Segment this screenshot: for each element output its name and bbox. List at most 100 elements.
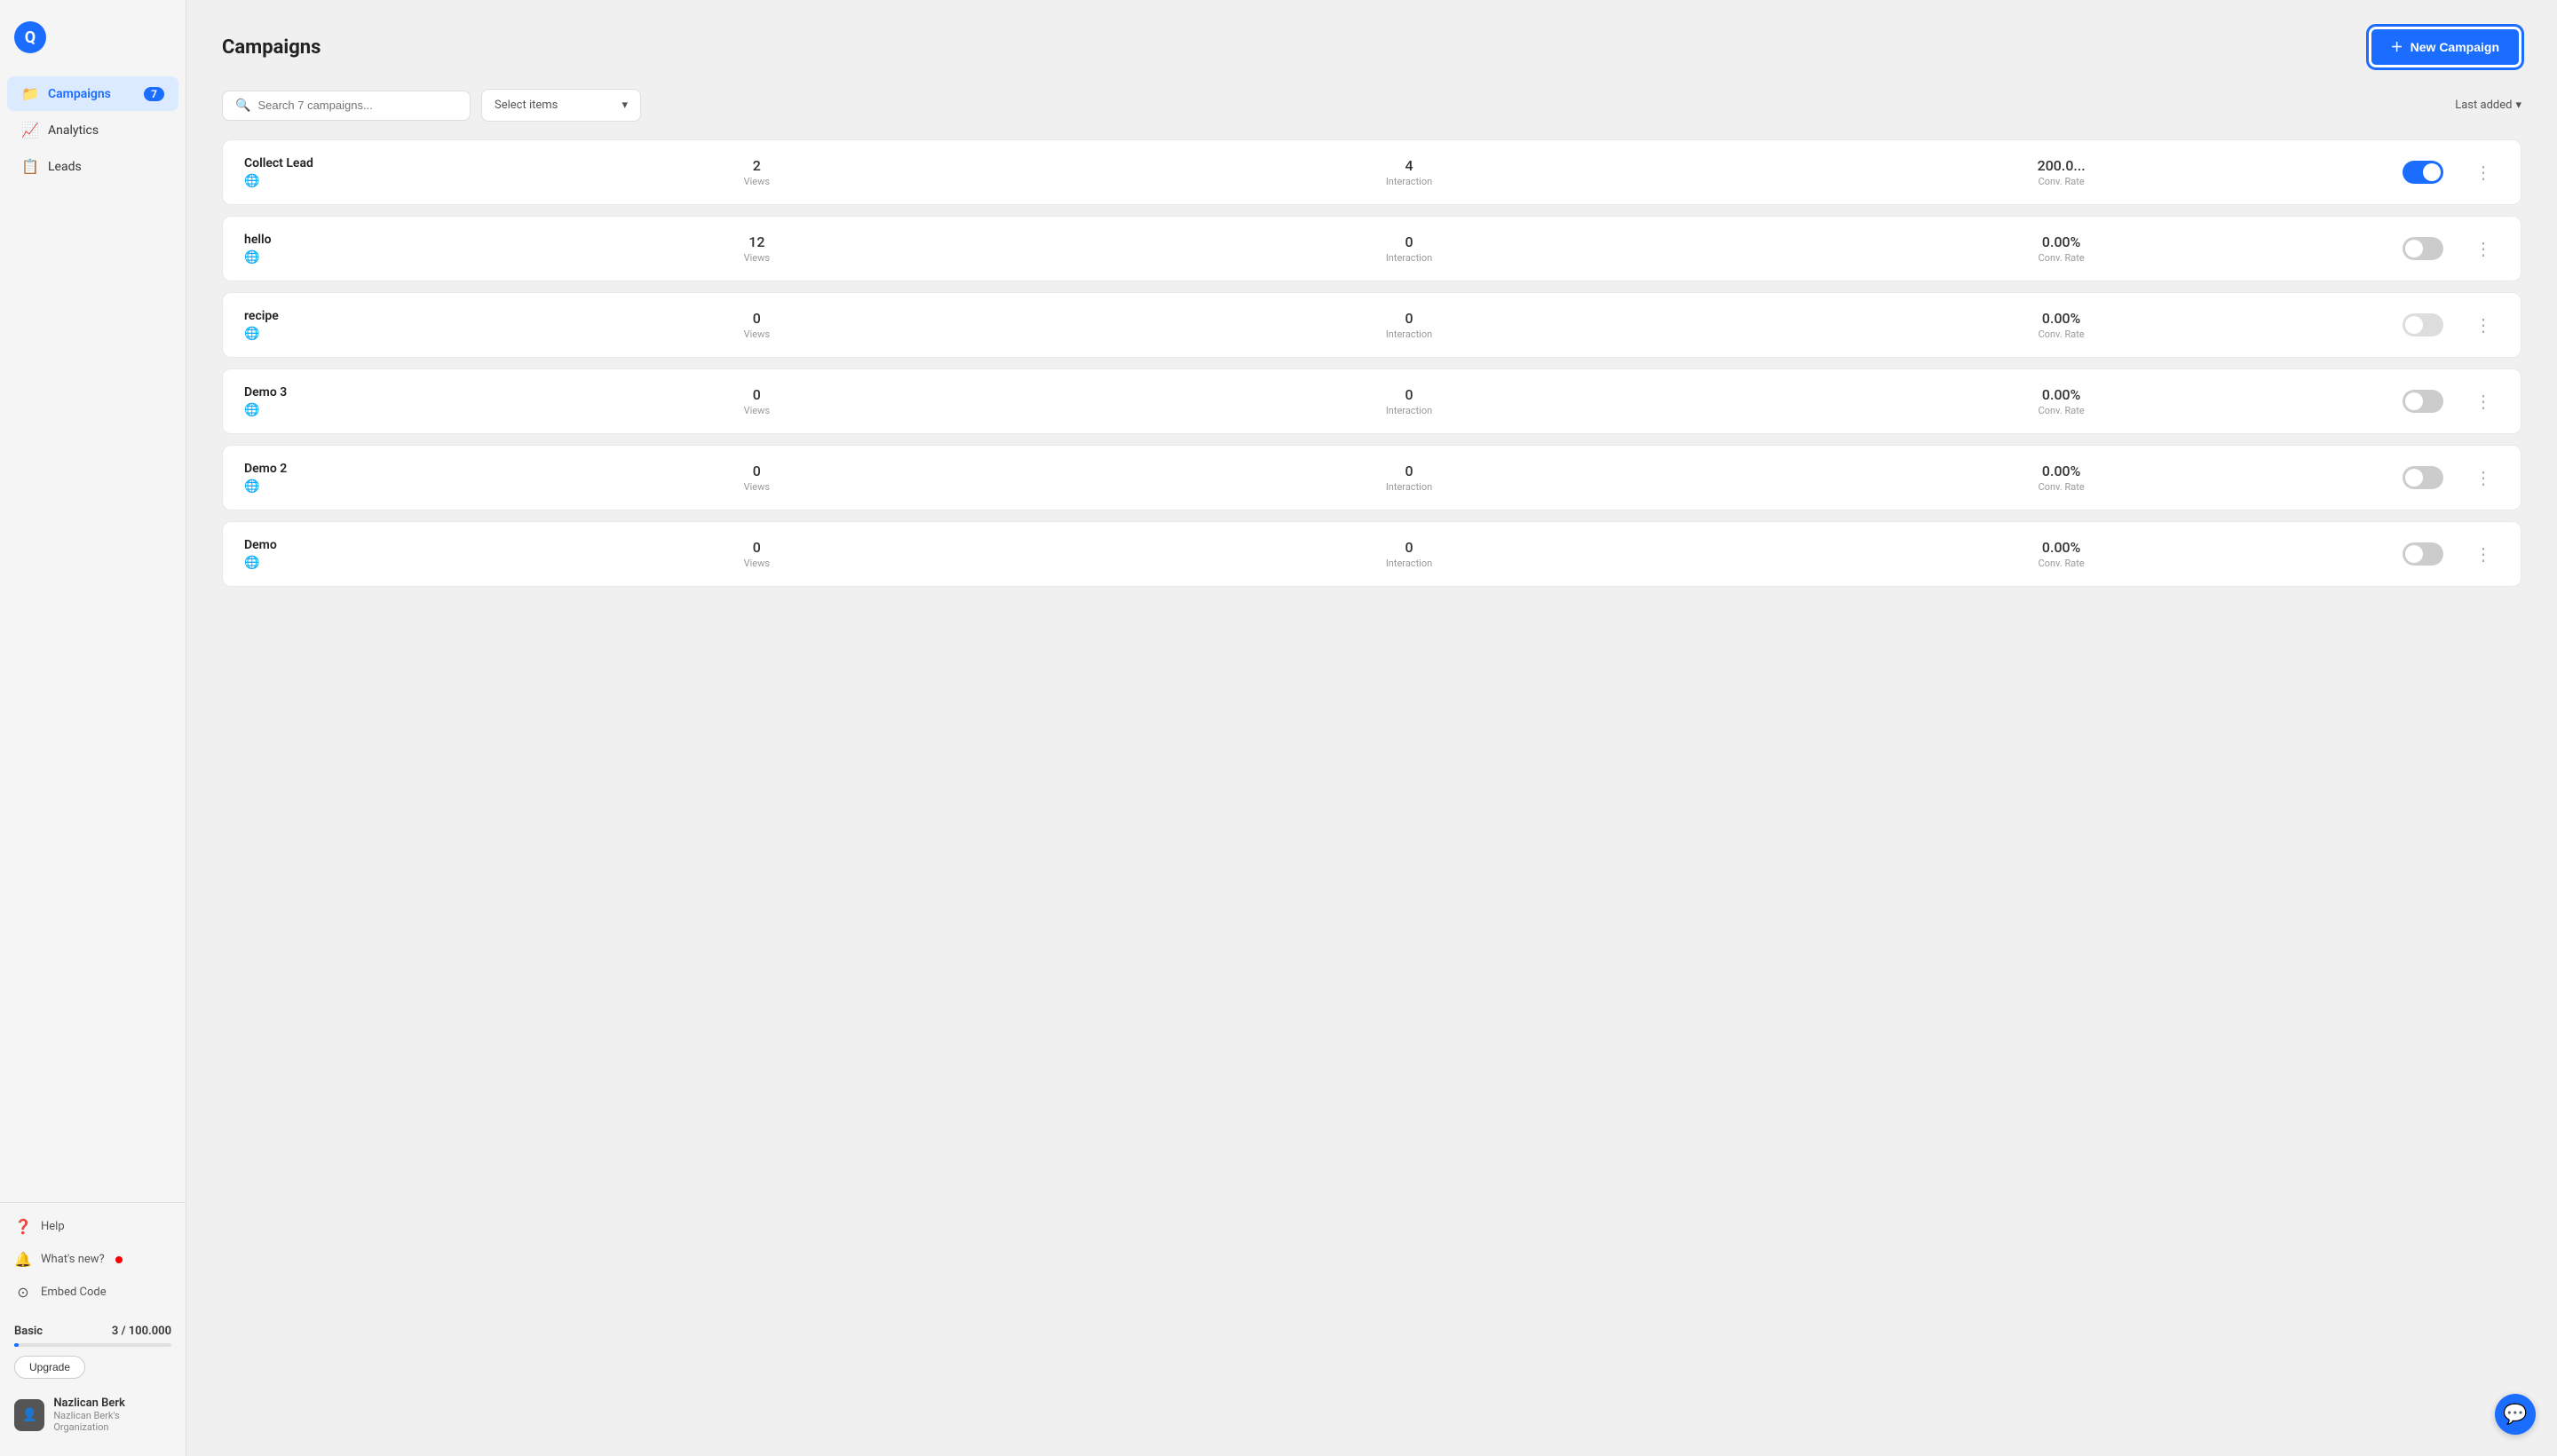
select-label: Select items xyxy=(495,99,558,112)
sidebar-item-embed-code[interactable]: ⊙ Embed Code xyxy=(7,1276,178,1309)
toggle-wrap xyxy=(2396,161,2450,184)
globe-icon: 🌐 xyxy=(244,403,422,417)
logo-area: Q xyxy=(0,14,186,75)
conv-rate-label: Conv. Rate xyxy=(1744,252,2379,264)
chat-bubble[interactable]: 💬 xyxy=(2495,1394,2536,1435)
campaigns-badge: 7 xyxy=(144,87,164,101)
campaign-views: 0 Views xyxy=(439,386,1074,416)
more-options-button[interactable]: ⋮ xyxy=(2467,311,2499,340)
toggle-wrap xyxy=(2396,466,2450,489)
campaign-toggle[interactable] xyxy=(2403,466,2443,489)
campaign-toggle[interactable] xyxy=(2403,542,2443,566)
globe-icon: 🌐 xyxy=(244,479,422,494)
app-logo: Q xyxy=(14,21,46,53)
campaign-views: 0 Views xyxy=(439,463,1074,493)
campaign-interaction: 0 Interaction xyxy=(1092,539,1727,569)
toggle-wrap xyxy=(2396,542,2450,566)
views-value: 0 xyxy=(439,539,1074,556)
campaign-conv-rate: 0.00% Conv. Rate xyxy=(1744,463,2379,493)
campaign-name: Demo xyxy=(244,538,422,552)
embed-code-label: Embed Code xyxy=(41,1286,107,1299)
select-items-dropdown[interactable]: Select items ▾ xyxy=(481,89,641,122)
views-value: 0 xyxy=(439,463,1074,479)
search-input[interactable] xyxy=(257,99,457,112)
embed-icon: ⊙ xyxy=(14,1284,32,1301)
interaction-value: 0 xyxy=(1092,463,1727,479)
user-name: Nazlican Berk xyxy=(53,1397,171,1410)
bell-icon: 🔔 xyxy=(14,1251,32,1268)
campaign-card: recipe 🌐 0 Views 0 Interaction 0.00% Con… xyxy=(222,292,2521,358)
campaign-interaction: 4 Interaction xyxy=(1092,157,1727,187)
plan-section: Basic 3 / 100.000 Upgrade xyxy=(0,1316,186,1388)
more-options-button[interactable]: ⋮ xyxy=(2467,463,2499,493)
campaign-name: Demo 3 xyxy=(244,385,422,400)
plan-progress-fill xyxy=(14,1343,19,1347)
campaign-name: recipe xyxy=(244,309,422,323)
interaction-value: 0 xyxy=(1092,310,1727,327)
page-title: Campaigns xyxy=(222,36,321,59)
more-options-button[interactable]: ⋮ xyxy=(2467,234,2499,264)
sidebar-item-label: Analytics xyxy=(48,123,99,138)
new-campaign-label: New Campaign xyxy=(2411,40,2499,54)
campaign-conv-rate: 0.00% Conv. Rate xyxy=(1744,539,2379,569)
new-campaign-button[interactable]: ＋ New Campaign xyxy=(2369,27,2521,67)
campaign-interaction: 0 Interaction xyxy=(1092,463,1727,493)
campaign-card: Demo 2 🌐 0 Views 0 Interaction 0.00% Con… xyxy=(222,445,2521,510)
sidebar-item-label: Leads xyxy=(48,160,82,174)
campaign-toggle[interactable] xyxy=(2403,161,2443,184)
campaign-info: Demo 2 🌐 xyxy=(244,462,422,494)
interaction-label: Interaction xyxy=(1092,558,1727,569)
upgrade-button[interactable]: Upgrade xyxy=(14,1356,85,1379)
campaign-interaction: 0 Interaction xyxy=(1092,233,1727,264)
conv-rate-value: 200.0... xyxy=(1744,157,2379,174)
globe-icon: 🌐 xyxy=(244,250,422,265)
sidebar-item-leads[interactable]: 📋 Leads xyxy=(7,149,178,184)
more-options-button[interactable]: ⋮ xyxy=(2467,540,2499,569)
sidebar: Q 📁 Campaigns 7 📈 Analytics 📋 Leads ❓ He… xyxy=(0,0,186,1456)
leads-icon: 📋 xyxy=(21,158,39,175)
globe-icon: 🌐 xyxy=(244,556,422,570)
interaction-value: 0 xyxy=(1092,539,1727,556)
user-org: Nazlican Berk's Organization xyxy=(53,1410,171,1433)
conv-rate-label: Conv. Rate xyxy=(1744,405,2379,416)
more-options-button[interactable]: ⋮ xyxy=(2467,387,2499,416)
search-box[interactable]: 🔍 xyxy=(222,91,471,121)
interaction-label: Interaction xyxy=(1092,252,1727,264)
views-label: Views xyxy=(439,558,1074,569)
interaction-value: 4 xyxy=(1092,157,1727,174)
conv-rate-label: Conv. Rate xyxy=(1744,558,2379,569)
sidebar-item-whats-new[interactable]: 🔔 What's new? xyxy=(7,1243,178,1276)
campaigns-icon: 📁 xyxy=(21,85,39,102)
campaign-info: hello 🌐 xyxy=(244,233,422,265)
views-label: Views xyxy=(439,405,1074,416)
campaign-toggle[interactable] xyxy=(2403,237,2443,260)
campaign-conv-rate: 200.0... Conv. Rate xyxy=(1744,157,2379,187)
interaction-value: 0 xyxy=(1092,386,1727,403)
interaction-label: Interaction xyxy=(1092,405,1727,416)
sidebar-item-campaigns[interactable]: 📁 Campaigns 7 xyxy=(7,76,178,111)
interaction-value: 0 xyxy=(1092,233,1727,250)
sidebar-item-analytics[interactable]: 📈 Analytics xyxy=(7,113,178,147)
conv-rate-value: 0.00% xyxy=(1744,386,2379,403)
sort-dropdown[interactable]: Last added ▾ xyxy=(2455,99,2521,112)
campaign-info: Demo 3 🌐 xyxy=(244,385,422,417)
more-options-button[interactable]: ⋮ xyxy=(2467,158,2499,187)
plan-label: Basic 3 / 100.000 xyxy=(14,1325,171,1338)
campaign-views: 0 Views xyxy=(439,310,1074,340)
campaign-toggle[interactable] xyxy=(2403,313,2443,336)
conv-rate-value: 0.00% xyxy=(1744,463,2379,479)
campaign-interaction: 0 Interaction xyxy=(1092,386,1727,416)
campaign-card: hello 🌐 12 Views 0 Interaction 0.00% Con… xyxy=(222,216,2521,281)
campaign-toggle[interactable] xyxy=(2403,390,2443,413)
sidebar-item-help[interactable]: ❓ Help xyxy=(7,1210,178,1243)
views-label: Views xyxy=(439,481,1074,493)
analytics-icon: 📈 xyxy=(21,122,39,138)
campaigns-list: Collect Lead 🌐 2 Views 4 Interaction 200… xyxy=(222,139,2521,597)
views-label: Views xyxy=(439,328,1074,340)
campaign-conv-rate: 0.00% Conv. Rate xyxy=(1744,386,2379,416)
views-label: Views xyxy=(439,176,1074,187)
whats-new-label: What's new? xyxy=(41,1253,105,1266)
conv-rate-value: 0.00% xyxy=(1744,310,2379,327)
sidebar-item-label: Campaigns xyxy=(48,87,111,101)
campaign-name: hello xyxy=(244,233,422,247)
